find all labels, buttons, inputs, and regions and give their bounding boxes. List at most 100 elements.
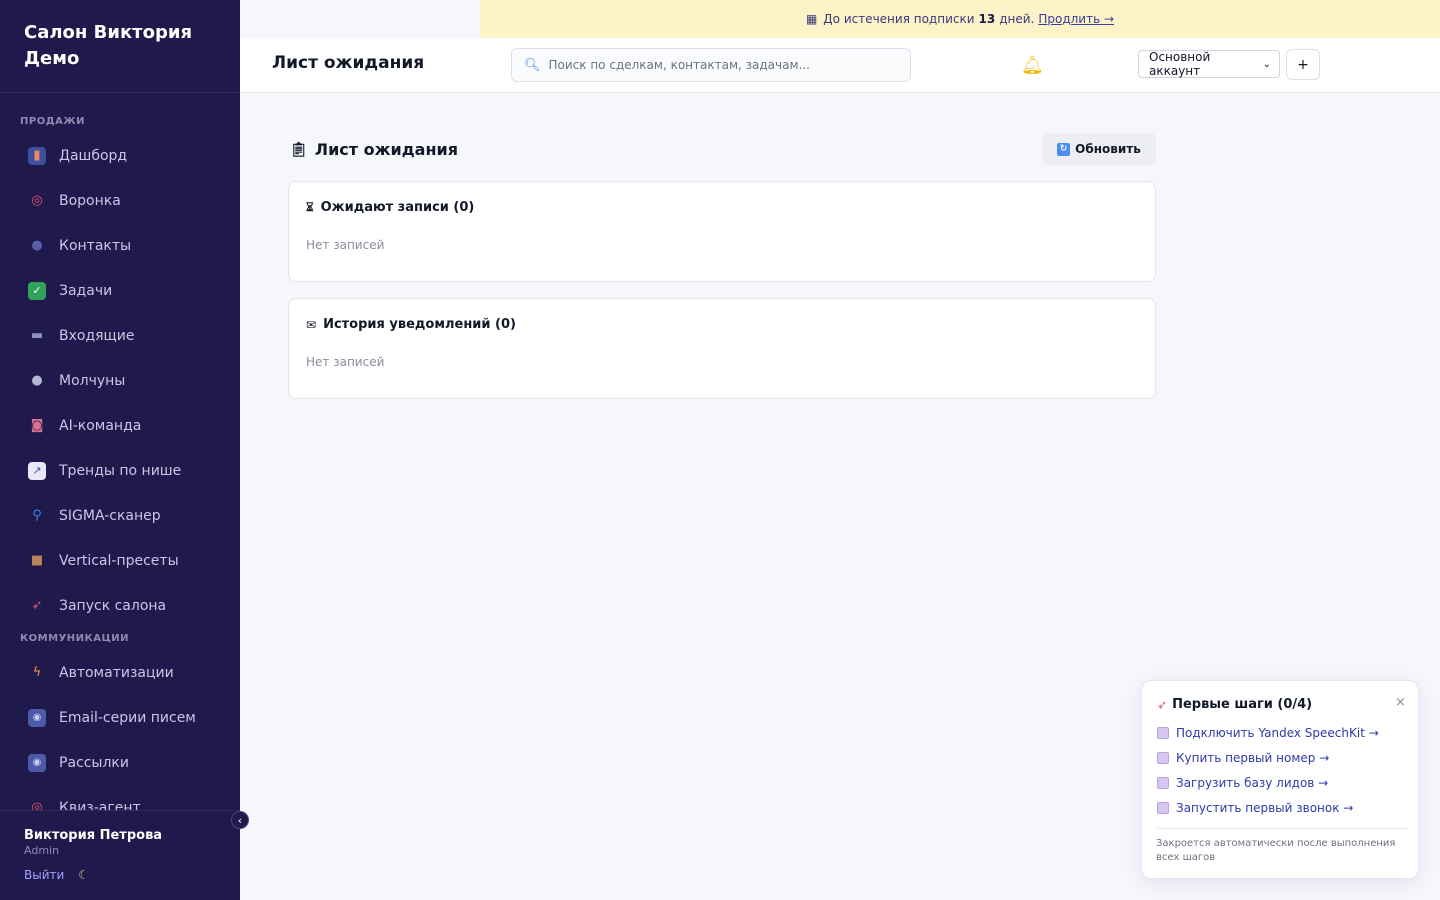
sidebar-item-trends[interactable]: ↗ Тренды по нише: [0, 448, 240, 493]
checkbox-icon: [1157, 752, 1169, 764]
sidebar-item-inbox[interactable]: ▬ Входящие: [0, 313, 240, 358]
sidebar-item-label: SIGMA-сканер: [59, 507, 161, 524]
sidebar-item-label: Запуск салона: [59, 597, 167, 614]
checkbox-icon: [1157, 802, 1169, 814]
onboarding-title: ➶ Первые шаги (0/4): [1157, 697, 1312, 712]
sidebar-item-funnel[interactable]: ◎ Воронка: [0, 178, 240, 223]
onboarding-step-leads[interactable]: Загрузить базу лидов →: [1157, 776, 1328, 790]
sidebar-item-label: AI-команда: [59, 417, 142, 434]
card-title-text: История уведомлений (0): [323, 317, 516, 332]
page-title: Лист ожидания: [272, 53, 425, 73]
quiz-icon: ◎: [31, 800, 43, 810]
card-title: ⏳︎ Ожидают записи (0): [306, 200, 474, 215]
sidebar-item-presets[interactable]: ■ Vertical-пресеты: [0, 538, 240, 583]
onboarding-step-call[interactable]: Запустить первый звонок →: [1157, 801, 1353, 815]
checkbox-icon: [1157, 777, 1169, 789]
footer-actions: Выйти ☾: [24, 868, 216, 882]
sidebar-item-launch[interactable]: ➶ Запуск салона: [0, 583, 240, 628]
add-button[interactable]: +: [1286, 49, 1320, 80]
notification-history-card: ✉︎ История уведомлений (0) Нет записей: [288, 298, 1156, 399]
section-label-sales: ПРОДАЖИ: [20, 116, 85, 127]
people-icon: ●: [31, 238, 43, 253]
sidebar-item-sigma[interactable]: ⚲ SIGMA-сканер: [0, 493, 240, 538]
onboarding-widget: ➶ Первые шаги (0/4) × Подключить Yandex …: [1141, 680, 1419, 879]
sidebar-item-broadcasts[interactable]: ◉ Рассылки: [0, 740, 240, 785]
sidebar-item-label: Контакты: [59, 237, 132, 254]
checkbox-icon: ✓: [28, 281, 46, 300]
brand: Салон Виктория Демо: [0, 0, 240, 93]
onboarding-step-speechkit[interactable]: Подключить Yandex SpeechKit →: [1157, 726, 1379, 740]
speech-bubble-icon: ●: [31, 373, 43, 388]
sidebar-item-label: Vertical-пресеты: [59, 552, 179, 569]
content-title-text: Лист ожидания: [314, 140, 458, 159]
rocket-icon: ➶: [31, 598, 43, 613]
sidebar-item-label: Воронка: [59, 192, 121, 209]
sidebar-item-silent[interactable]: ● Молчуны: [0, 358, 240, 403]
inbox-icon: ▬: [30, 328, 44, 343]
section-label-communications: КОММУНИКАЦИИ: [20, 633, 129, 644]
divider: [1157, 828, 1407, 829]
refresh-label: Обновить: [1075, 142, 1141, 156]
sidebar-item-dashboard[interactable]: ▮ Дашборд: [0, 133, 240, 178]
sidebar-item-label: Задачи: [59, 282, 113, 299]
sidebar-item-label: Рассылки: [59, 754, 129, 771]
logout-link[interactable]: Выйти: [24, 868, 64, 882]
card-title: ✉︎ История уведомлений (0): [306, 317, 516, 332]
sidebar-nav: ПРОДАЖИ ▮ Дашборд ◎ Воронка ● Контакты ✓…: [0, 93, 240, 810]
chevron-down-icon: ⌄: [1262, 58, 1271, 70]
renew-link[interactable]: Продлить →: [1038, 12, 1114, 26]
subscription-banner: ▦ До истечения подписки 13 дней. Продлит…: [480, 0, 1440, 38]
empty-state: Нет записей: [306, 355, 385, 369]
sidebar-collapse-button[interactable]: ‹: [231, 811, 249, 829]
moon-icon[interactable]: ☾: [78, 868, 89, 882]
rocket-icon: ➶: [1157, 697, 1168, 712]
search-box[interactable]: 🔍︎: [511, 48, 911, 82]
brand-title[interactable]: Салон Виктория Демо: [24, 20, 204, 72]
content-title: 📋︎ Лист ожидания: [290, 140, 458, 159]
account-select-value: Основной аккаунт: [1149, 50, 1211, 78]
hourglass-icon: ⏳︎: [306, 200, 314, 214]
sidebar-item-label: Входящие: [59, 327, 135, 344]
clipboard-icon: 📋︎: [290, 141, 308, 158]
refresh-icon: ↻: [1057, 142, 1071, 156]
sidebar-footer: Виктория Петрова Admin Выйти ☾: [0, 810, 240, 900]
waiting-card: ⏳︎ Ожидают записи (0) Нет записей: [288, 181, 1156, 282]
bell-icon[interactable]: 🔔︎: [1021, 55, 1044, 76]
onboarding-step-label: Запустить первый звонок →: [1176, 801, 1354, 815]
onboarding-note: Закроется автоматически после выполнения…: [1156, 838, 1396, 863]
sidebar-item-label: Email-серии писем: [59, 709, 196, 726]
onboarding-step-number[interactable]: Купить первый номер →: [1157, 751, 1329, 765]
banner-prefix: До истечения подписки: [823, 12, 975, 26]
close-icon[interactable]: ×: [1395, 695, 1406, 710]
card-title-text: Ожидают записи (0): [320, 200, 475, 215]
sidebar-item-ai-team[interactable]: ◙ AI-команда: [0, 403, 240, 448]
sidebar-item-tasks[interactable]: ✓ Задачи: [0, 268, 240, 313]
empty-state: Нет записей: [306, 238, 385, 252]
refresh-button[interactable]: ↻ Обновить: [1042, 133, 1156, 165]
sidebar-item-label: Тренды по нише: [59, 462, 182, 479]
user-name: Виктория Петрова: [24, 828, 163, 843]
package-icon: ■: [30, 553, 44, 568]
target-icon: ◎: [31, 193, 43, 208]
sidebar-item-email-series[interactable]: ◉ Email-серии писем: [0, 695, 240, 740]
sidebar: Салон Виктория Демо ПРОДАЖИ ▮ Дашборд ◎ …: [0, 0, 240, 900]
lightning-icon: ϟ: [32, 665, 42, 680]
banner-days: 13: [978, 12, 996, 26]
sidebar-item-contacts[interactable]: ● Контакты: [0, 223, 240, 268]
sidebar-item-label: Автоматизации: [59, 664, 174, 681]
sidebar-item-label: Молчуны: [59, 372, 126, 389]
onboarding-step-label: Купить первый номер →: [1176, 751, 1330, 765]
top-header: Лист ожидания 🔍︎ 🔔︎ Основной аккаунт ⌄ +: [240, 38, 1440, 93]
checkbox-icon: [1157, 727, 1169, 739]
user-role: Admin: [24, 844, 60, 857]
robot-icon: ◙: [30, 418, 44, 433]
sidebar-item-automations[interactable]: ϟ Автоматизации: [0, 650, 240, 695]
sidebar-item-label: Квиз-агент: [59, 799, 141, 811]
sidebar-item-quiz[interactable]: ◎ Квиз-агент: [0, 785, 240, 811]
account-select[interactable]: Основной аккаунт ⌄: [1138, 50, 1280, 78]
search-input[interactable]: [548, 58, 889, 72]
onboarding-step-label: Подключить Yandex SpeechKit →: [1176, 726, 1379, 740]
onboarding-step-label: Загрузить базу лидов →: [1176, 776, 1329, 790]
calendar-icon: ▦: [805, 12, 818, 26]
broadcast-icon: ◉: [28, 753, 46, 772]
